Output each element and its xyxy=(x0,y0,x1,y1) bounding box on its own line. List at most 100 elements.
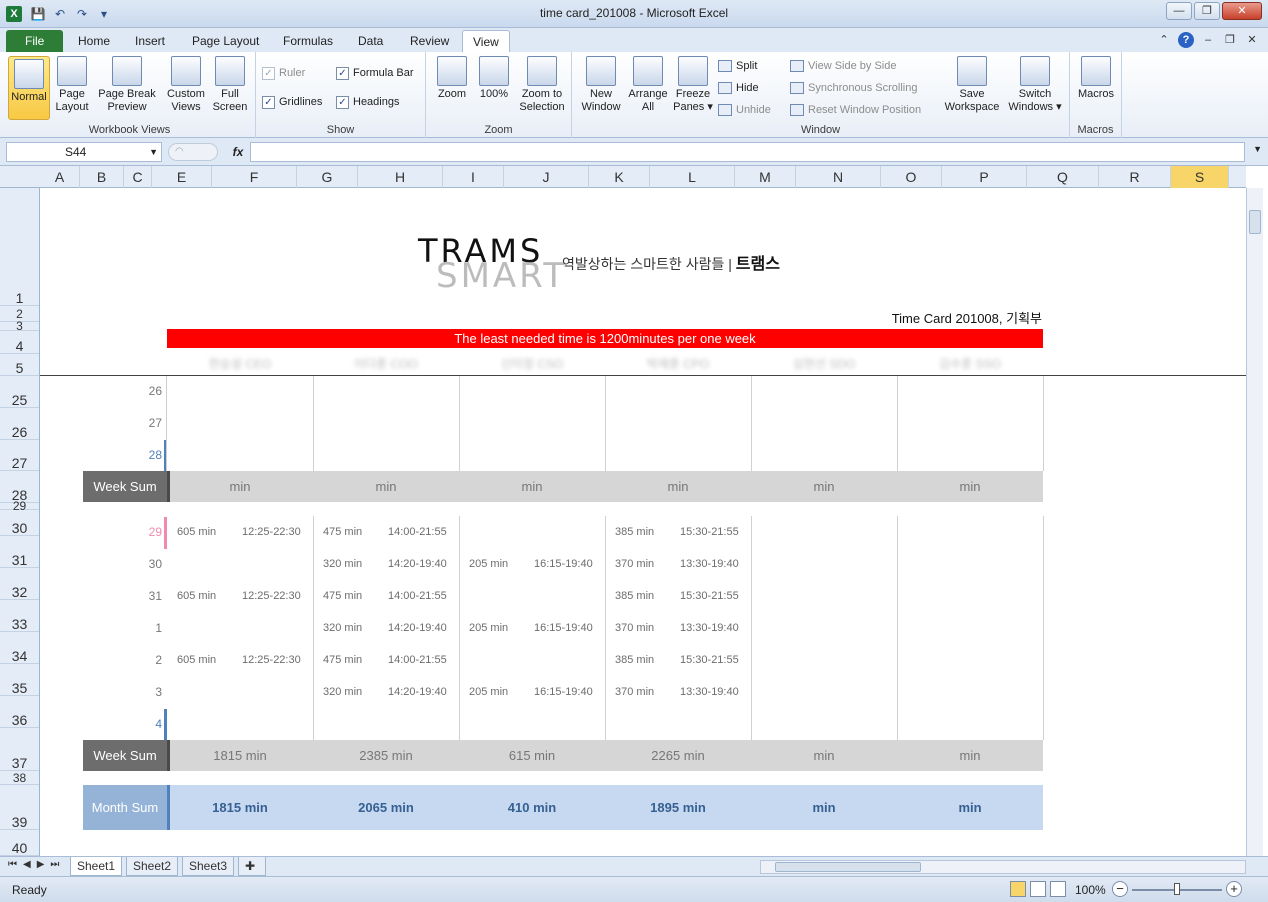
tab-home[interactable]: Home xyxy=(68,30,120,52)
row-header-5[interactable]: 5 xyxy=(0,354,39,376)
column-header-k[interactable]: K xyxy=(589,166,650,188)
row-header-30[interactable]: 30 xyxy=(0,510,39,536)
macros-button[interactable]: Macros xyxy=(1076,56,1116,101)
row-header-26[interactable]: 26 xyxy=(0,408,39,440)
tab-view[interactable]: View xyxy=(462,30,510,52)
switch-windows-button[interactable]: Switch Windows ▾ xyxy=(1004,56,1066,114)
sheet-tab-sheet2[interactable]: Sheet2 xyxy=(126,857,179,876)
column-header-s[interactable]: S xyxy=(1171,166,1229,188)
gridlines-checkbox[interactable]: ✓ Gridlines xyxy=(262,94,322,110)
workbook-close-icon[interactable]: ✕ xyxy=(1244,32,1260,48)
workbook-minimize-icon[interactable]: – xyxy=(1200,32,1216,48)
column-header-l[interactable]: L xyxy=(650,166,735,188)
headings-checkbox[interactable]: ✓ Headings xyxy=(336,94,399,110)
formula-cancel-enter[interactable]: ◠ xyxy=(168,143,218,161)
column-header-r[interactable]: R xyxy=(1099,166,1171,188)
help-icon[interactable]: ? xyxy=(1178,32,1194,48)
restore-button[interactable]: ❐ xyxy=(1194,2,1220,20)
column-header-g[interactable]: G xyxy=(297,166,358,188)
row-header-38[interactable]: 38 xyxy=(0,771,39,785)
page-break-preview-button[interactable]: Page Break Preview xyxy=(94,56,160,114)
formula-input[interactable] xyxy=(250,142,1245,162)
tab-insert[interactable]: Insert xyxy=(125,30,175,52)
row-header-32[interactable]: 32 xyxy=(0,568,39,600)
formula-bar-checkbox[interactable]: ✓ Formula Bar xyxy=(336,65,414,81)
zoom-to-selection-button[interactable]: Zoom to Selection xyxy=(516,56,568,114)
zoom-level[interactable]: 100% xyxy=(1075,883,1106,897)
column-header-a[interactable]: A xyxy=(40,166,80,188)
row-header-1[interactable]: 1 xyxy=(0,188,39,306)
ribbon-collapse-icon[interactable]: ⌃ xyxy=(1156,32,1172,48)
column-header-p[interactable]: P xyxy=(942,166,1027,188)
zoom-out-button[interactable]: − xyxy=(1112,881,1128,897)
reset-window-position-button[interactable]: Reset Window Position xyxy=(790,102,921,118)
tab-review[interactable]: Review xyxy=(400,30,459,52)
sheet-nav-arrows[interactable]: ⏮◀▶⏭ xyxy=(8,859,65,870)
scroll-thumb[interactable] xyxy=(1249,210,1261,234)
column-header-b[interactable]: B xyxy=(80,166,124,188)
column-header-n[interactable]: N xyxy=(796,166,881,188)
arrange-all-button[interactable]: Arrange All xyxy=(626,56,670,114)
row-header-27[interactable]: 27 xyxy=(0,440,39,471)
workbook-restore-icon[interactable]: ❐ xyxy=(1222,32,1238,48)
zoom-in-button[interactable]: + xyxy=(1226,881,1242,897)
normal-view-button[interactable]: Normal xyxy=(8,56,50,120)
row-header-40[interactable]: 40 xyxy=(0,830,39,856)
tab-file[interactable]: File xyxy=(6,30,64,52)
minimize-button[interactable]: — xyxy=(1166,2,1192,20)
hide-button[interactable]: Hide xyxy=(718,80,759,96)
worksheet[interactable]: TRAMS SMART 역발상하는 스마트한 사람들 | 트램스 Time Ca… xyxy=(40,188,1246,856)
tab-formulas[interactable]: Formulas xyxy=(273,30,343,52)
column-header-e[interactable]: E xyxy=(152,166,212,188)
unhide-button[interactable]: Unhide xyxy=(718,102,771,118)
row-header-4[interactable]: 4 xyxy=(0,331,39,354)
column-header-i[interactable]: I xyxy=(443,166,504,188)
ruler-checkbox[interactable]: ✓ Ruler xyxy=(262,65,305,81)
row-header-31[interactable]: 31 xyxy=(0,536,39,568)
vertical-scrollbar[interactable] xyxy=(1246,188,1263,856)
row-header-34[interactable]: 34 xyxy=(0,632,39,664)
horizontal-scrollbar[interactable] xyxy=(760,860,1246,874)
zoom-button[interactable]: Zoom xyxy=(434,56,470,101)
page-layout-view-button[interactable]: Page Layout xyxy=(54,56,90,114)
name-box[interactable]: S44 ▼ xyxy=(6,142,162,162)
scroll-thumb[interactable] xyxy=(775,862,921,872)
column-header-c[interactable]: C xyxy=(124,166,152,188)
page-layout-view-icon[interactable] xyxy=(1030,881,1046,897)
column-header-h[interactable]: H xyxy=(358,166,443,188)
row-header-25[interactable]: 25 xyxy=(0,376,39,408)
split-button[interactable]: Split xyxy=(718,58,757,74)
synchronous-scrolling-button[interactable]: Synchronous Scrolling xyxy=(790,80,917,96)
page-break-view-icon[interactable] xyxy=(1050,881,1066,897)
full-screen-button[interactable]: Full Screen xyxy=(210,56,250,114)
insert-function-button[interactable]: fx xyxy=(228,142,248,162)
tab-data[interactable]: Data xyxy=(348,30,393,52)
row-header-35[interactable]: 35 xyxy=(0,664,39,696)
zoom-100-button[interactable]: 100% xyxy=(474,56,514,101)
sheet-tab-sheet1[interactable]: Sheet1 xyxy=(70,857,123,876)
column-header-j[interactable]: J xyxy=(504,166,589,188)
insert-sheet-icon[interactable]: ✚ xyxy=(238,857,266,876)
view-side-by-side-button[interactable]: View Side by Side xyxy=(790,58,896,74)
freeze-panes-button[interactable]: Freeze Panes ▾ xyxy=(672,56,714,114)
close-button[interactable]: ✕ xyxy=(1222,2,1262,20)
row-header-39[interactable]: 39 xyxy=(0,785,39,830)
sheet-tab-sheet3[interactable]: Sheet3 xyxy=(182,857,235,876)
row-header-3[interactable]: 3 xyxy=(0,320,39,332)
row-header-33[interactable]: 33 xyxy=(0,600,39,632)
expand-formula-bar-icon[interactable]: ▼ xyxy=(1253,144,1262,154)
save-workspace-button[interactable]: Save Workspace xyxy=(942,56,1002,114)
row-header-37[interactable]: 37 xyxy=(0,728,39,771)
column-header-o[interactable]: O xyxy=(881,166,942,188)
row-header-29[interactable]: 29 xyxy=(0,500,39,512)
normal-view-icon[interactable] xyxy=(1010,881,1026,897)
custom-views-button[interactable]: Custom Views xyxy=(164,56,208,114)
chevron-down-icon[interactable]: ▼ xyxy=(149,143,158,161)
tab-page-layout[interactable]: Page Layout xyxy=(182,30,269,52)
column-header-f[interactable]: F xyxy=(212,166,297,188)
column-header-q[interactable]: Q xyxy=(1027,166,1099,188)
row-header-36[interactable]: 36 xyxy=(0,696,39,728)
zoom-slider-thumb[interactable] xyxy=(1174,883,1180,895)
column-header-m[interactable]: M xyxy=(735,166,796,188)
new-window-button[interactable]: New Window xyxy=(578,56,624,114)
